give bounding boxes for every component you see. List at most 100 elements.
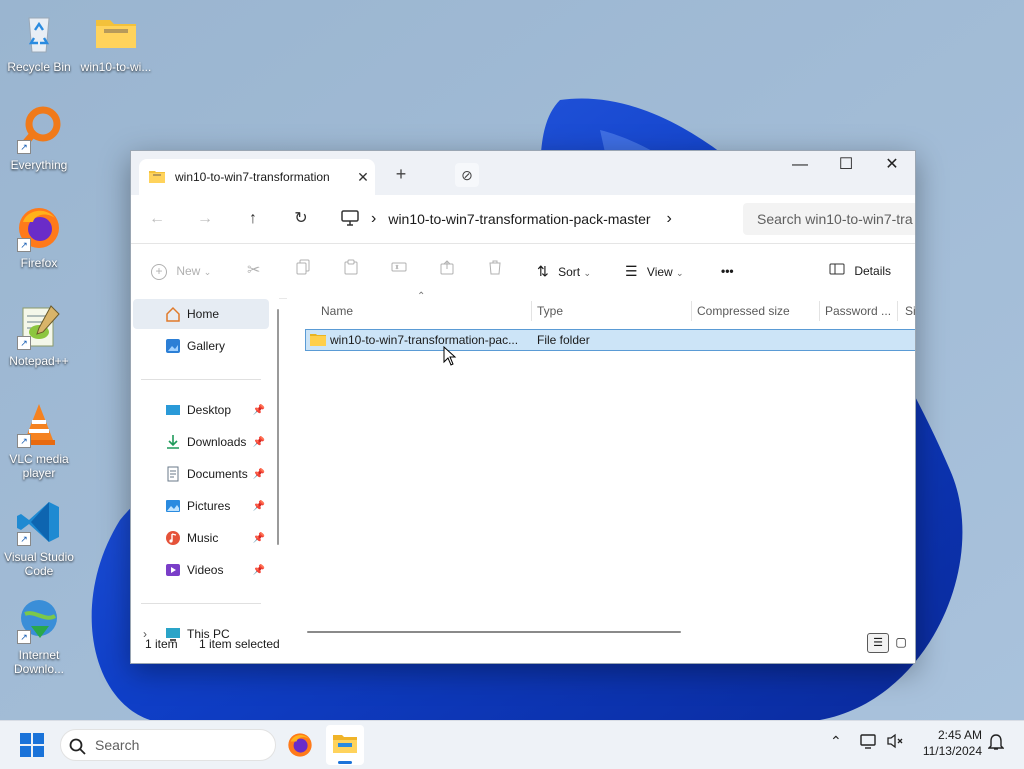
sidebar-item-videos[interactable]: Videos 📌 bbox=[133, 555, 269, 585]
volume-muted-icon[interactable] bbox=[886, 733, 904, 752]
paste-icon[interactable] bbox=[343, 259, 359, 283]
rename-icon[interactable] bbox=[391, 259, 407, 283]
sidebar-item-desktop[interactable]: Desktop 📌 bbox=[133, 395, 269, 425]
up-button[interactable]: ↑ bbox=[241, 207, 265, 231]
pin-icon[interactable]: 📌 bbox=[253, 437, 265, 448]
desktop-icon-notepadpp[interactable]: ↗ Notepad++ bbox=[1, 302, 77, 368]
pin-icon[interactable]: 📌 bbox=[253, 533, 265, 544]
sort-button[interactable]: ⇅ Sort ⌄ bbox=[537, 259, 591, 283]
sidebar-item-documents[interactable]: Documents 📌 bbox=[133, 459, 269, 489]
windows-logo-icon bbox=[20, 733, 44, 757]
pin-icon[interactable]: 📌 bbox=[253, 405, 265, 416]
desktop-icon-zip-folder[interactable]: win10-to-wi... bbox=[78, 8, 154, 74]
desktop-icon-label: Visual Studio Code bbox=[4, 550, 74, 578]
column-separator[interactable] bbox=[897, 301, 898, 321]
details-view-button[interactable]: ☰ bbox=[867, 633, 889, 653]
forward-button[interactable]: → bbox=[193, 207, 217, 231]
tiles-view-button[interactable]: ▢ bbox=[891, 633, 911, 651]
everything-search-icon: ↗ bbox=[15, 106, 63, 154]
refresh-button[interactable]: ↻ bbox=[289, 207, 313, 231]
column-separator[interactable] bbox=[531, 301, 532, 321]
share-icon[interactable] bbox=[439, 259, 455, 283]
more-options-button[interactable]: ••• bbox=[721, 259, 734, 283]
search-input[interactable]: Search win10-to-win7-tra bbox=[743, 203, 915, 235]
network-icon[interactable] bbox=[860, 733, 878, 752]
clock-date: 11/13/2024 bbox=[922, 744, 982, 758]
back-button[interactable]: ← bbox=[145, 207, 169, 231]
taskbar-file-explorer-button[interactable] bbox=[326, 725, 364, 765]
file-explorer-window[interactable]: win10-to-win7-transformation ✕ + ⊘ — ☐ ✕… bbox=[130, 150, 916, 664]
column-separator[interactable] bbox=[691, 301, 692, 321]
sidebar-item-music[interactable]: Music 📌 bbox=[133, 523, 269, 553]
tab-close-button[interactable]: ✕ bbox=[351, 169, 375, 186]
chevron-down-icon: ⌄ bbox=[203, 267, 212, 277]
taskbar-search-box[interactable]: Search bbox=[60, 729, 276, 761]
desktop-icon-recycle-bin[interactable]: Recycle Bin bbox=[1, 8, 77, 74]
new-tab-button[interactable]: + bbox=[389, 163, 413, 187]
pin-icon[interactable]: 📌 bbox=[253, 565, 265, 576]
sidebar-item-gallery[interactable]: Gallery bbox=[133, 331, 269, 361]
start-button[interactable] bbox=[20, 733, 44, 757]
maximize-button[interactable]: ☐ bbox=[823, 151, 869, 181]
firefox-icon: ↗ bbox=[15, 204, 63, 252]
close-window-button[interactable]: ✕ bbox=[869, 151, 915, 181]
cut-icon[interactable]: ✂ bbox=[247, 259, 260, 283]
row-type: File folder bbox=[537, 333, 590, 347]
row-name: win10-to-win7-transformation-pac... bbox=[330, 333, 519, 347]
desktop-icon-everything[interactable]: ↗ Everything bbox=[1, 106, 77, 172]
delete-icon[interactable] bbox=[487, 259, 503, 283]
sidebar-item-pictures[interactable]: Pictures 📌 bbox=[133, 491, 269, 521]
shortcut-arrow-icon: ↗ bbox=[17, 238, 31, 252]
clock[interactable]: 2:45 AM 11/13/2024 bbox=[916, 727, 982, 759]
item-count: 1 item bbox=[145, 637, 178, 651]
column-header-size[interactable]: Si bbox=[905, 297, 915, 325]
table-row[interactable]: win10-to-win7-transformation-pac... File… bbox=[305, 329, 915, 351]
show-hidden-icons-button[interactable]: ⌃ bbox=[830, 733, 842, 750]
blocked-icon[interactable]: ⊘ bbox=[455, 163, 479, 187]
tab-win10-to-win7[interactable]: win10-to-win7-transformation ✕ bbox=[139, 159, 375, 195]
active-app-indicator bbox=[338, 761, 352, 764]
sidebar-item-downloads[interactable]: Downloads 📌 bbox=[133, 427, 269, 457]
pin-icon[interactable]: 📌 bbox=[253, 501, 265, 512]
column-header-compressed-size[interactable]: Compressed size bbox=[697, 297, 790, 325]
vscode-icon: ↗ bbox=[15, 498, 63, 546]
view-icon: ☰ bbox=[625, 263, 638, 279]
file-explorer-icon bbox=[333, 735, 357, 753]
breadcrumb-path[interactable]: win10-to-win7-transformation-pack-master bbox=[388, 211, 650, 227]
sidebar-scrollbar[interactable] bbox=[277, 309, 279, 545]
desktop-icon-idm[interactable]: ↗ Internet Downlo... bbox=[1, 596, 77, 676]
sort-indicator-icon: ⌃ bbox=[417, 291, 426, 302]
sidebar-item-label: Gallery bbox=[187, 339, 226, 353]
shortcut-arrow-icon: ↗ bbox=[17, 630, 31, 644]
sidebar-item-label: Music bbox=[187, 531, 219, 545]
copy-icon[interactable] bbox=[295, 259, 311, 283]
column-header-password[interactable]: Password ... bbox=[825, 297, 891, 325]
sidebar-item-home[interactable]: Home bbox=[133, 299, 269, 329]
pictures-icon bbox=[165, 498, 181, 514]
notification-bell-icon[interactable] bbox=[987, 733, 1005, 754]
documents-icon bbox=[165, 466, 181, 482]
desktop-icon-label: VLC media player bbox=[9, 452, 69, 480]
column-header-name[interactable]: Name bbox=[321, 297, 353, 325]
view-button[interactable]: ☰ View ⌄ bbox=[625, 259, 684, 283]
horizontal-scrollbar[interactable] bbox=[307, 631, 681, 633]
new-button[interactable]: + New ⌄ bbox=[151, 259, 211, 283]
details-pane-button[interactable]: Details bbox=[829, 259, 891, 283]
chevron-down-icon: ⌄ bbox=[676, 268, 684, 278]
folder-icon bbox=[310, 333, 326, 350]
desktop-icon-firefox[interactable]: ↗ Firefox bbox=[1, 204, 77, 270]
firefox-icon bbox=[288, 733, 312, 757]
tab-title: win10-to-win7-transformation bbox=[175, 170, 330, 184]
column-header-type[interactable]: Type bbox=[537, 297, 563, 325]
pin-icon[interactable]: 📌 bbox=[253, 469, 265, 480]
desktop-icon-vscode[interactable]: ↗ Visual Studio Code bbox=[1, 498, 77, 578]
minimize-button[interactable]: — bbox=[777, 151, 823, 181]
taskbar-firefox-button[interactable] bbox=[286, 731, 314, 759]
column-separator[interactable] bbox=[819, 301, 820, 321]
address-bar[interactable]: › win10-to-win7-transformation-pack-mast… bbox=[335, 203, 731, 235]
details-label: Details bbox=[854, 264, 892, 278]
videos-icon bbox=[165, 562, 181, 578]
desktop-icon-vlc[interactable]: ↗ VLC media player bbox=[1, 400, 77, 480]
tab-bar: win10-to-win7-transformation ✕ + ⊘ — ☐ ✕ bbox=[131, 151, 915, 195]
recycle-bin-icon bbox=[15, 8, 63, 56]
